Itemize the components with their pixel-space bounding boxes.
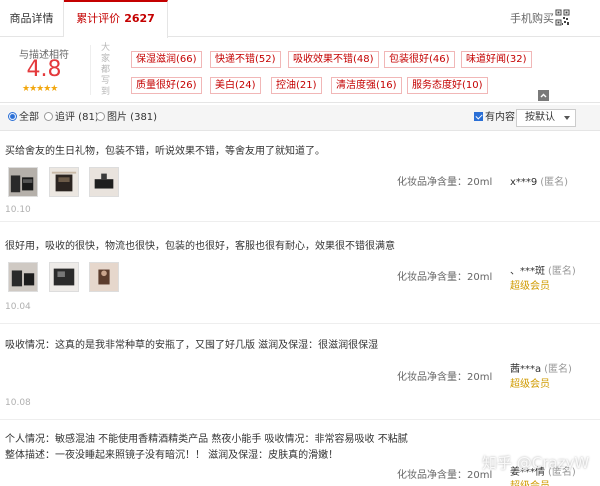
product-spec: 化妆品净含量：20ml — [397, 470, 493, 481]
filter-photos[interactable]: 图片 (381) — [96, 105, 157, 131]
tab-bar: 商品详情 累计评价 2627 手机购买 — [0, 0, 600, 38]
review-tag[interactable]: 吸收效果不错(48) — [288, 51, 379, 68]
review-tag[interactable]: 质量很好(26) — [131, 77, 202, 94]
review-photo[interactable] — [89, 167, 119, 197]
radio-selected-icon[interactable] — [8, 112, 17, 121]
review-photo[interactable] — [8, 262, 38, 292]
tab-product-detail[interactable]: 商品详情 — [0, 0, 64, 37]
review-text: 吸收情况：这真的是我非常种草的安瓶了，又囤了好几版 滋润及保湿：很滋润很保湿 — [5, 340, 379, 351]
has-content-label: 有内容 — [485, 112, 515, 123]
review-item: 买给舍友的生日礼物，包装不错，听说效果不错，等舍友用了就知道了。 10.10 化… — [0, 132, 600, 222]
product-spec: 化妆品净含量：20ml — [397, 372, 493, 383]
review-tag[interactable]: 保湿滋润(66) — [131, 51, 202, 68]
reviewer-nick: 、***斑 — [510, 266, 545, 277]
watermark: 知乎 @CrazyW — [482, 454, 590, 472]
filter-bar: 全部 追评 (81) 图片 (381) 有内容 按默认 — [0, 105, 600, 131]
vip-badge: 超级会员 — [510, 379, 550, 390]
filter-photos-label: 图片 (381) — [107, 112, 158, 123]
collapse-tags-icon[interactable] — [538, 90, 549, 101]
review-summary: 与描述相符 4.8 ★★★★★ 大家都写到 保湿滋润(66) 快递不错(52) … — [0, 37, 600, 103]
radio-icon[interactable] — [96, 112, 105, 121]
vip-badge: 超级会员 — [510, 477, 550, 486]
filter-all[interactable]: 全部 — [8, 105, 39, 131]
anonymous-tag: (匿名) — [544, 364, 572, 375]
review-date: 10.08 — [5, 398, 31, 408]
filter-followup[interactable]: 追评 (81) — [44, 105, 99, 131]
review-photo[interactable] — [49, 167, 79, 197]
score-box: 与描述相符 4.8 ★★★★★ — [0, 37, 88, 103]
score-value: 4.8 — [26, 57, 62, 82]
review-tag[interactable]: 美白(24) — [210, 77, 261, 94]
review-date: 10.04 — [5, 302, 31, 312]
review-text: 整体描述：一夜没睡起来照镜子没有暗沉！！ 滋润及保湿：皮肤真的滑嫩！ — [5, 450, 339, 461]
filter-followup-label: 追评 (81) — [55, 112, 99, 123]
chevron-down-icon — [564, 116, 570, 120]
tab-reviews-label: 累计评价 — [76, 12, 121, 25]
review-text: 个人情况：敏感混油 不能使用香精酒精类产品 熬夜小能手 吸收情况：非常容易吸收 … — [5, 434, 408, 445]
review-tag[interactable]: 服务态度好(10) — [407, 77, 488, 94]
review-tag[interactable]: 快递不错(52) — [210, 51, 281, 68]
product-spec: 化妆品净含量：20ml — [397, 177, 493, 188]
tags-heading: 大家都写到 — [101, 43, 111, 97]
anonymous-tag: (匿名) — [540, 177, 569, 188]
mobile-buy-link[interactable]: 手机购买 — [510, 0, 554, 37]
review-tag[interactable]: 控油(21) — [271, 77, 322, 94]
review-photo[interactable] — [8, 167, 38, 197]
review-count: 2627 — [124, 12, 155, 25]
reviewer-nick: 茜***a — [510, 364, 542, 375]
radio-icon[interactable] — [44, 112, 53, 121]
reviewer-name: 、***斑 (匿名) — [510, 262, 576, 277]
has-content-checkbox[interactable]: 有内容 — [474, 105, 515, 131]
review-text: 买给舍友的生日礼物，包装不错，听说效果不错，等舍友用了就知道了。 — [5, 146, 325, 157]
filter-all-label: 全部 — [19, 112, 39, 123]
review-text: 很好用，吸收的很快，物流也很快，包装的也很好，客服也很有耐心，效果很不错很满意 — [5, 241, 395, 252]
tab-reviews[interactable]: 累计评价 2627 — [64, 0, 168, 38]
star-rating: ★★★★★ — [22, 84, 58, 94]
review-photo[interactable] — [49, 262, 79, 292]
review-photo[interactable] — [89, 262, 119, 292]
review-item: 很好用，吸收的很快，物流也很快，包装的也很好，客服也很有耐心，效果很不错很满意 … — [0, 222, 600, 324]
anonymous-tag: (匿名) — [548, 266, 576, 277]
review-tag[interactable]: 味道好闻(32) — [461, 51, 532, 68]
review-item: 吸收情况：这真的是我非常种草的安瓶了，又囤了好几版 滋润及保湿：很滋润很保湿 1… — [0, 324, 600, 420]
reviewer-nick: x***9 — [510, 177, 538, 188]
sort-label: 按默认 — [525, 112, 555, 123]
vip-badge: 超级会员 — [510, 281, 550, 292]
checkbox-checked-icon[interactable] — [474, 112, 483, 121]
divider — [90, 45, 91, 95]
review-tag[interactable]: 包装很好(46) — [384, 51, 455, 68]
review-date: 10.10 — [5, 205, 31, 215]
reviewer-name: 茜***a (匿名) — [510, 360, 572, 375]
sort-dropdown[interactable]: 按默认 — [516, 109, 576, 127]
review-tag[interactable]: 清洁度强(16) — [331, 77, 402, 94]
reviewer-name: x***9 (匿名) — [510, 173, 568, 188]
qr-code-icon[interactable] — [555, 9, 570, 26]
product-spec: 化妆品净含量：20ml — [397, 272, 493, 283]
